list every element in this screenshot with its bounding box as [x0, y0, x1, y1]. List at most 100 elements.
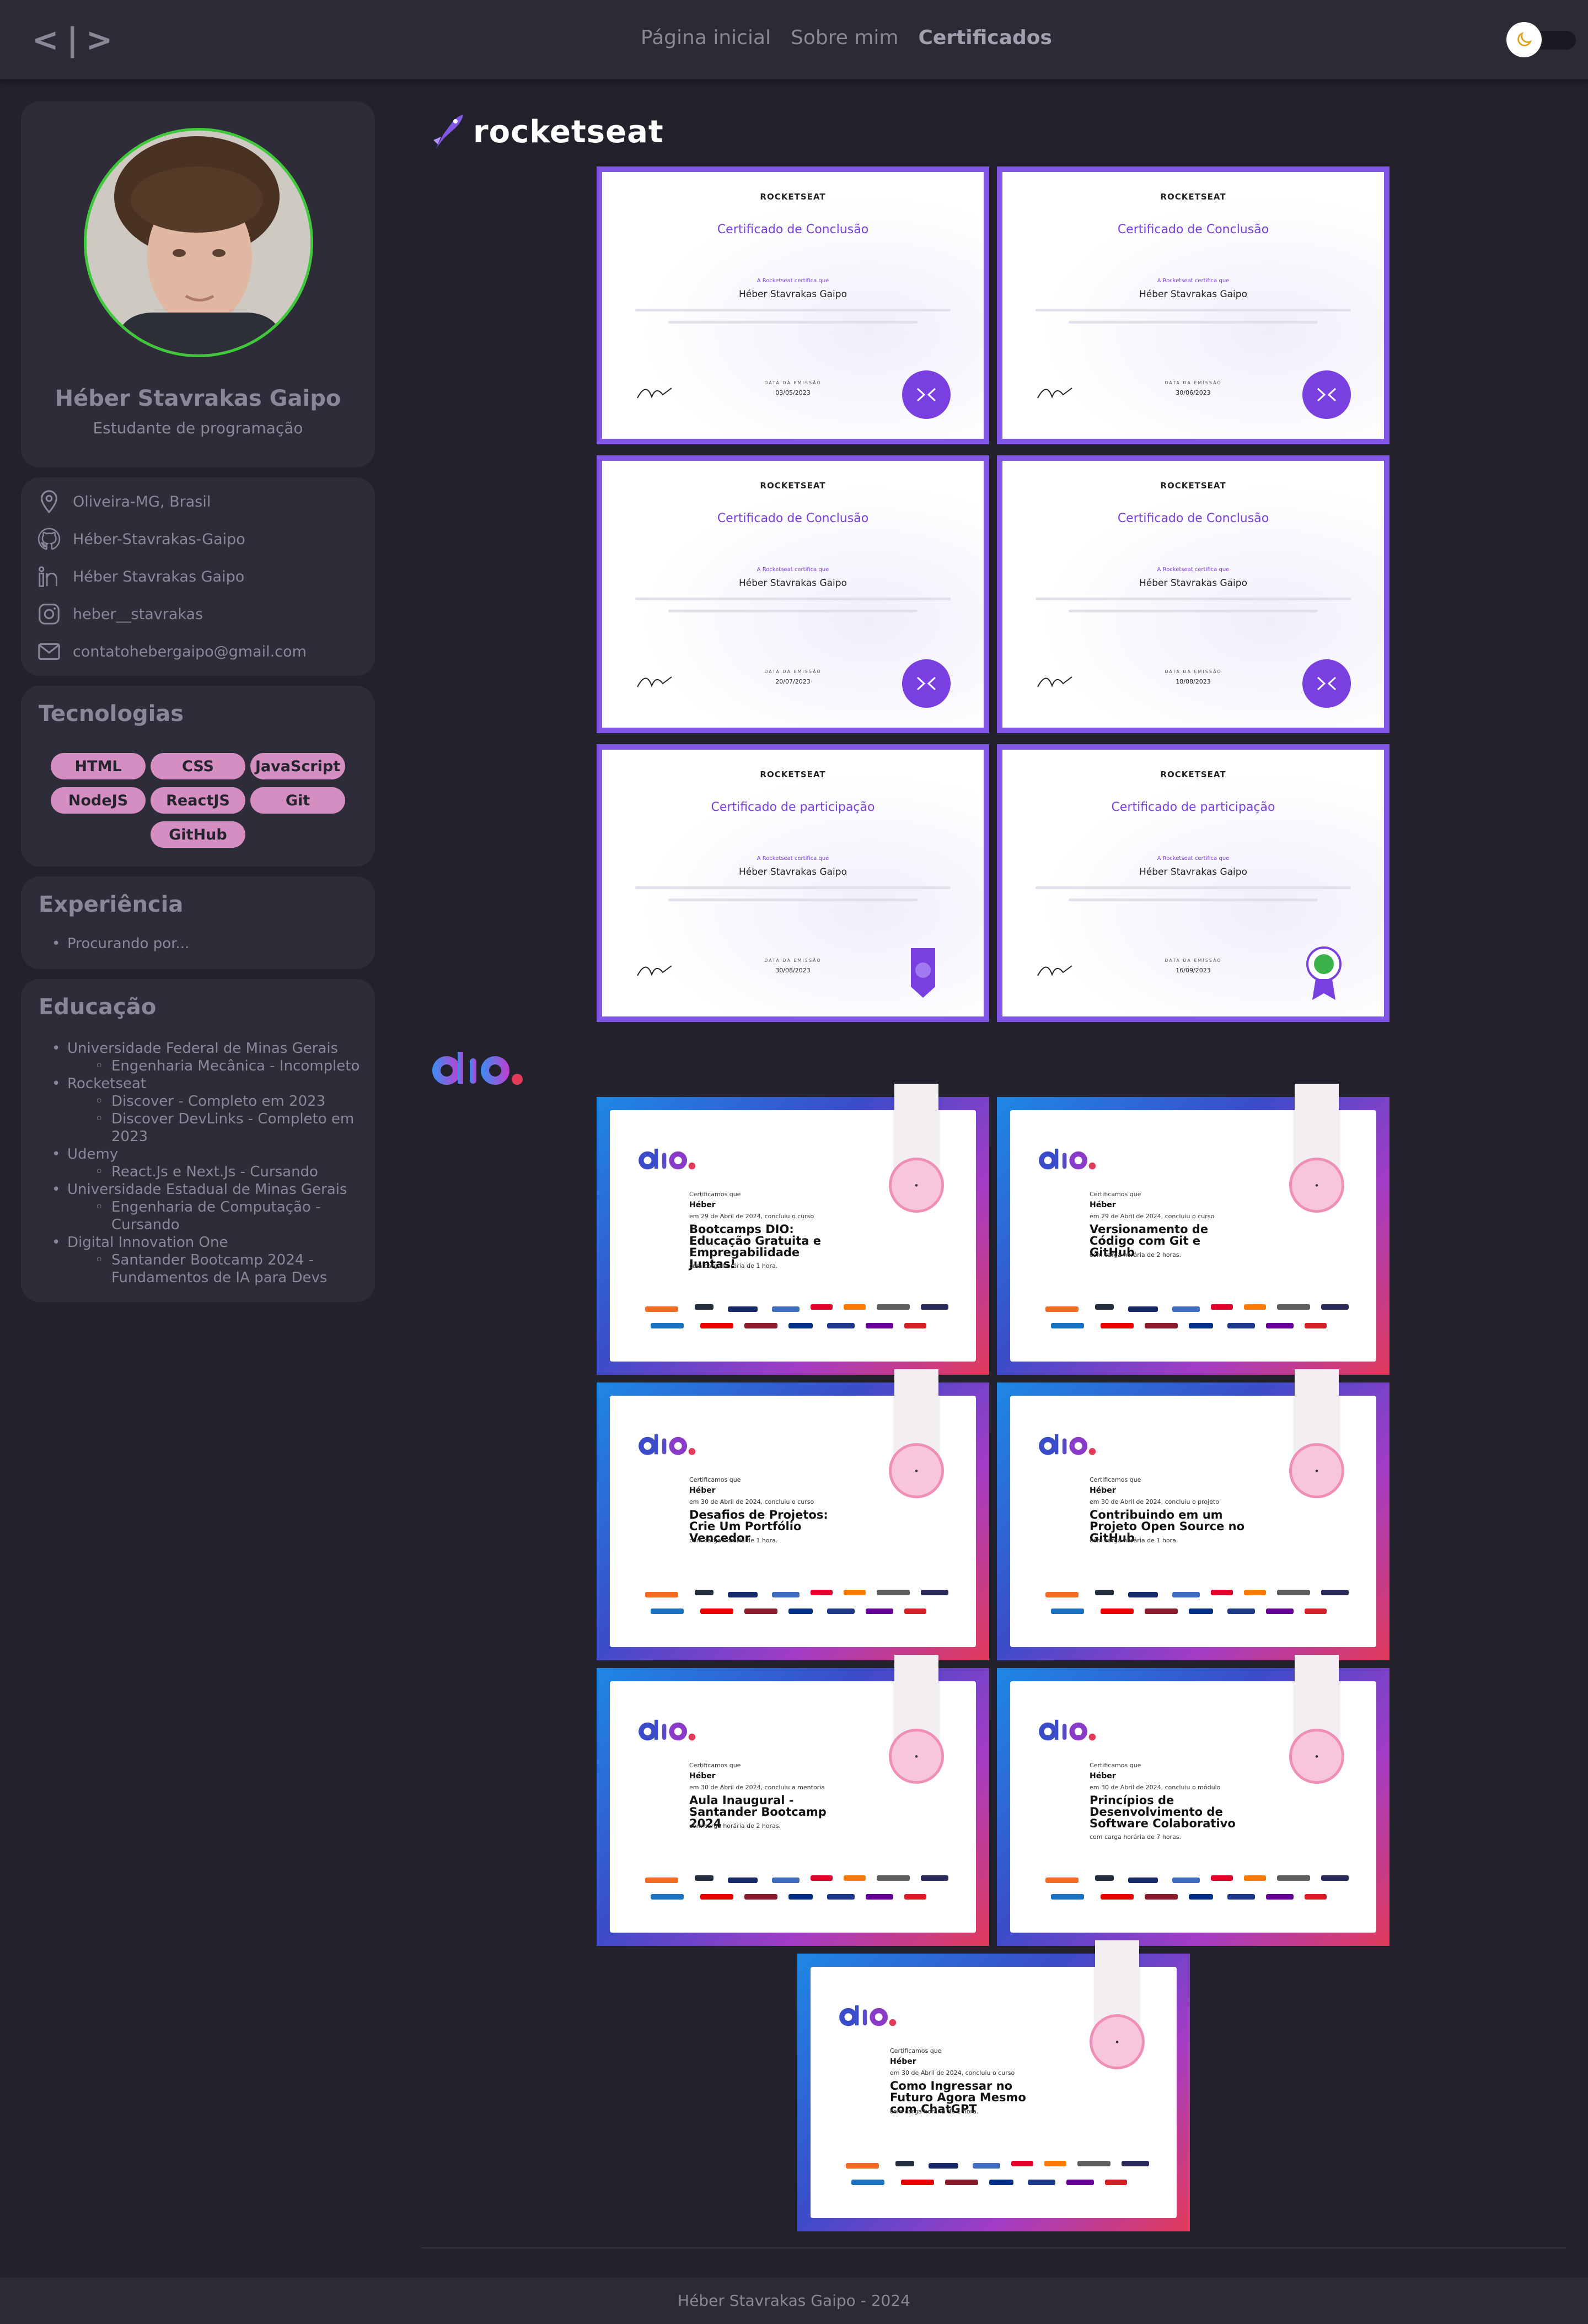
certificate-date: em 30 de Abril de 2024, concluiu o curso — [689, 1498, 814, 1505]
moon-icon — [1517, 31, 1532, 46]
certificate-date: em 30 de Abril de 2024, concluiu a mento… — [689, 1784, 825, 1791]
rocketseat-certificate[interactable]: ROCKETSEAT Certificado de Conclusão A Ro… — [597, 455, 989, 733]
certificate-name: Héber — [689, 1201, 716, 1209]
rocketseat-certificate[interactable]: ROCKETSEAT Certificado de participação A… — [597, 744, 989, 1022]
certificate-name: Héber — [689, 1486, 716, 1495]
dio-certificate[interactable]: Certificamos que Héber em 30 de Abril de… — [597, 1369, 989, 1660]
certificate-brand: ROCKETSEAT — [760, 770, 826, 779]
sponsor-logos — [645, 1872, 948, 1911]
certificate-brand: ROCKETSEAT — [1160, 481, 1226, 491]
sponsor-logos — [1045, 1872, 1349, 1911]
sponsor-logos — [645, 1586, 948, 1625]
dio-certificate[interactable]: Certificamos que Héber em 30 de Abril de… — [997, 1655, 1390, 1946]
education-subitem: Engenharia de Computação - Cursando — [95, 1198, 371, 1234]
education-subitem: Engenharia Mecânica - Incompleto — [95, 1057, 371, 1075]
education-subitem: React.Js e Next.Js - Cursando — [95, 1163, 371, 1181]
certificate-name: Héber Stavrakas Gaipo — [739, 867, 847, 878]
footer: Héber Stavrakas Gaipo - 2024 — [0, 2278, 1588, 2324]
rocketseat-certificate[interactable]: ROCKETSEAT Certificado de participação A… — [997, 744, 1390, 1022]
certificate-date: em 30 de Abril de 2024, concluiu o módul… — [1090, 1784, 1221, 1791]
rocketseat-certificate[interactable]: ROCKETSEAT Certificado de Conclusão A Ro… — [997, 455, 1390, 733]
contact-github[interactable]: Héber-Stavrakas-Gaipo — [36, 525, 245, 553]
education-item: Udemy — [52, 1145, 118, 1163]
certificate-hours: com carga horária de 1 hora. — [689, 1262, 778, 1269]
certificate-name: Héber — [1090, 1772, 1116, 1780]
top-nav: <|> Página inicial Sobre mim Certificado… — [0, 0, 1588, 79]
nav-links: Página inicial Sobre mim Certificados — [641, 26, 1052, 49]
nav-link-about[interactable]: Sobre mim — [791, 26, 898, 49]
certificate-name: Héber — [1090, 1201, 1116, 1209]
certificate-title: Certificado de participação — [711, 800, 875, 814]
rocketseat-logo: rocketseat — [430, 112, 664, 151]
contact-email[interactable]: contatohebergaipo@gmail.com — [36, 637, 307, 666]
dio-logo-icon — [432, 1052, 523, 1085]
dio-certificate[interactable]: Certificamos que Héber em 29 de Abril de… — [997, 1084, 1390, 1375]
tech-pill-github: GitHub — [151, 821, 245, 848]
certificate-hours: com carga horária de 1 hora. — [890, 2108, 979, 2115]
education-item: Universidade Federal de Minas Gerais — [52, 1040, 338, 1057]
theme-toggle-knob[interactable] — [1506, 22, 1542, 57]
certificate-brand: ROCKETSEAT — [760, 481, 826, 491]
seal-icon — [902, 659, 951, 708]
rocketseat-certificate[interactable]: ROCKETSEAT Certificado de Conclusão A Ro… — [997, 166, 1390, 444]
seal-icon — [1302, 659, 1351, 708]
dio-certificate[interactable]: Certificamos que Héber em 29 de Abril de… — [597, 1084, 989, 1375]
certificate-name: Héber — [890, 2057, 916, 2066]
profile-name: Héber Stavrakas Gaipo — [55, 386, 341, 411]
certificate-badge-icon: ● — [1289, 1443, 1344, 1498]
dio-mini-logo-icon — [1039, 1148, 1096, 1170]
rocketseat-logo-text: rocketseat — [473, 114, 664, 150]
dio-mini-logo-icon — [639, 1719, 696, 1741]
education-item: Universidade Estadual de Minas Gerais — [52, 1181, 347, 1198]
contact-github-text[interactable]: Héber-Stavrakas-Gaipo — [73, 531, 245, 548]
theme-toggle[interactable] — [1506, 22, 1576, 58]
ribbon-badge-icon — [911, 948, 935, 998]
sponsor-logos — [846, 2158, 1149, 2196]
tech-pill-html: HTML — [51, 753, 146, 779]
contact-location-text: Oliveira-MG, Brasil — [73, 493, 211, 510]
certificate-brand: ROCKETSEAT — [760, 192, 826, 202]
dio-certificate[interactable]: Certificamos que Héber em 30 de Abril de… — [797, 1940, 1190, 2231]
contact-card: Oliveira-MG, Brasil Héber-Stavrakas-Gaip… — [21, 477, 375, 676]
certificate-intro: A Rocketseat certifica que — [757, 567, 829, 573]
certificate-intro: Certificamos que — [689, 1191, 741, 1198]
tech-pill-reactjs: ReactJS — [151, 787, 245, 814]
certificate-hours: com carga horária de 1 hora. — [689, 1537, 778, 1544]
certificate-intro: A Rocketseat certifica que — [1157, 278, 1230, 284]
education-subitem: Santander Bootcamp 2024 - Fundamentos de… — [95, 1251, 371, 1287]
contact-instagram-text[interactable]: heber__stavrakas — [73, 606, 203, 623]
rocketseat-certificate[interactable]: ROCKETSEAT Certificado de Conclusão A Ro… — [597, 166, 989, 444]
experience-title: Experiência — [39, 892, 184, 917]
contact-instagram[interactable]: heber__stavrakas — [36, 600, 203, 628]
certificate-date: em 30 de Abril de 2024, concluiu o proje… — [1090, 1498, 1220, 1505]
certificate-name: Héber Stavrakas Gaipo — [1139, 867, 1247, 878]
linkedin-icon — [38, 566, 57, 587]
certificate-badge-icon: ● — [1289, 1729, 1344, 1784]
certificate-intro: A Rocketseat certifica que — [757, 278, 829, 284]
contact-email-text[interactable]: contatohebergaipo@gmail.com — [73, 643, 307, 660]
certificate-badge-icon: ● — [889, 1443, 944, 1498]
certificate-badge-icon: ● — [889, 1158, 944, 1213]
certificate-title: Certificado de Conclusão — [717, 223, 869, 236]
dio-certificate[interactable]: Certificamos que Héber em 30 de Abril de… — [597, 1655, 989, 1946]
certificate-name: Héber — [1090, 1486, 1116, 1495]
profile-role: Estudante de programação — [93, 419, 303, 437]
certificate-intro: Certificamos que — [890, 2047, 942, 2054]
dio-logo — [430, 1048, 524, 1087]
sponsor-logos — [1045, 1586, 1349, 1625]
contact-linkedin[interactable]: Héber Stavrakas Gaipo — [36, 562, 244, 591]
dio-certificate[interactable]: Certificamos que Héber em 30 de Abril de… — [997, 1369, 1390, 1660]
nav-link-home[interactable]: Página inicial — [641, 26, 771, 49]
dio-mini-logo-icon — [1039, 1719, 1096, 1741]
certificate-intro: Certificamos que — [1090, 1762, 1141, 1769]
certificate-intro: Certificamos que — [1090, 1476, 1141, 1483]
nav-link-certificates[interactable]: Certificados — [918, 26, 1051, 49]
certificate-title: Certificado de Conclusão — [1117, 223, 1269, 236]
site-logo[interactable]: <|> — [32, 21, 120, 58]
technologies-card: Tecnologias HTML CSS JavaScript NodeJS R… — [21, 686, 375, 867]
contact-linkedin-text[interactable]: Héber Stavrakas Gaipo — [73, 568, 244, 585]
github-icon — [37, 528, 61, 550]
certificate-hours: com carga horária de 2 horas. — [1090, 1251, 1182, 1258]
rocket-icon — [433, 115, 463, 149]
certificate-name: Héber — [689, 1772, 716, 1780]
